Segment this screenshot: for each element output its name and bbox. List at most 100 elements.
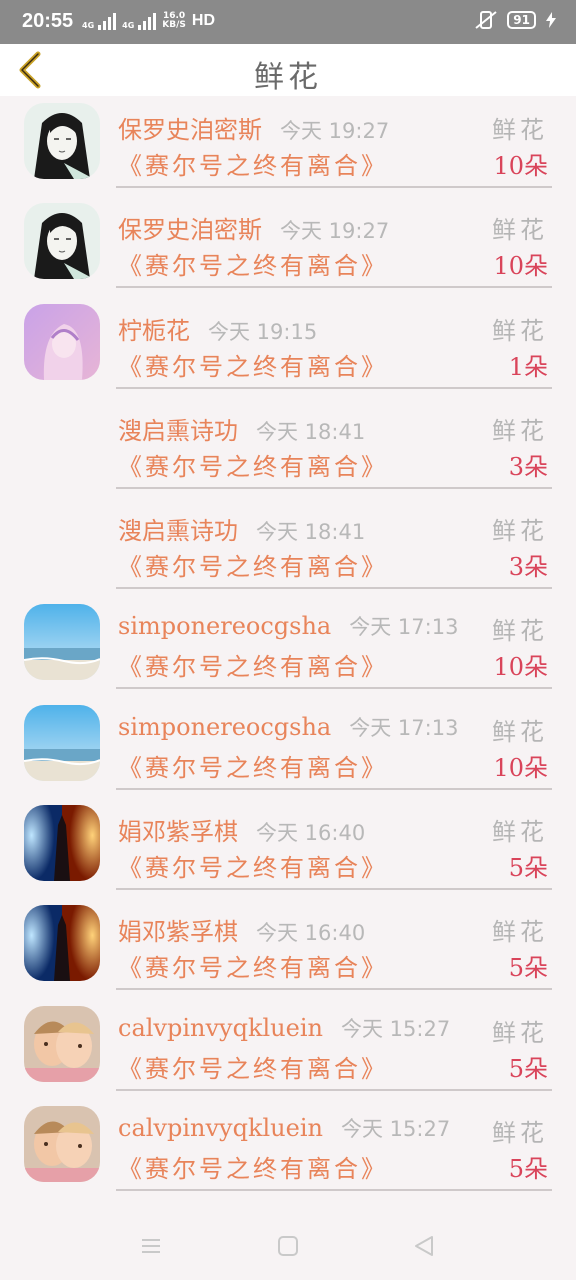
hd-label: HD — [191, 12, 215, 29]
avatar[interactable] — [24, 303, 100, 380]
avatar[interactable] — [24, 103, 100, 179]
book-title: 《赛尔号之终有离合》 — [118, 1154, 388, 1183]
sender-name-text: 溲启熏诗功 — [118, 517, 238, 546]
gift-time: 今天 18:41 — [256, 520, 366, 545]
sender-name-text: calvpinvyqkluein — [118, 1113, 323, 1142]
list-item[interactable]: calvpinvyqkluein 今天 15:27 鲜花 《赛尔号之终有离合》 5… — [0, 1099, 576, 1199]
avatar[interactable] — [24, 805, 100, 882]
gift-amount: 5朵 — [508, 1154, 548, 1183]
divider — [116, 587, 552, 590]
divider — [116, 286, 552, 289]
avatar[interactable] — [24, 604, 100, 681]
gift-time: 今天 19:27 — [280, 119, 390, 143]
sender-name-text: 柠栀花 — [118, 316, 190, 345]
book-title: 《赛尔号之终有离合》 — [118, 152, 388, 180]
sender-name-text: 娟邓紫孚棋 — [118, 918, 238, 947]
gift-time: 今天 19:15 — [208, 319, 318, 344]
list-item[interactable]: 溲启熏诗功 今天 18:41 鲜花 《赛尔号之终有离合》 3朵 — [0, 497, 576, 597]
gift-list: 保罗史洎密斯 今天 19:27 鲜花 《赛尔号之终有离合》 10朵 保罗史洎密斯今… — [0, 96, 576, 1199]
charging-icon — [546, 12, 556, 28]
status-time: 20:55 — [22, 10, 74, 32]
gift-type: 鲜花 — [492, 216, 548, 245]
gift-type: 鲜花 — [492, 818, 548, 847]
avatar[interactable] — [24, 203, 100, 280]
menu-icon[interactable] — [139, 1234, 163, 1258]
book-title: 《赛尔号之终有离合》 — [118, 753, 388, 782]
divider — [116, 1088, 552, 1091]
divider — [116, 888, 552, 891]
divider — [116, 386, 552, 389]
sender-name: simponereocgsha 今天 17:13 — [118, 611, 458, 641]
back-triangle-icon[interactable] — [412, 1234, 436, 1258]
gift-amount: 1朵 — [508, 352, 548, 381]
divider — [116, 1188, 552, 1191]
gift-amount: 5朵 — [508, 1054, 548, 1083]
list-item[interactable]: simponereocgsha 今天 17:13 鲜花 《赛尔号之终有离合》 10… — [0, 597, 576, 697]
home-icon[interactable] — [276, 1234, 300, 1258]
sender-name: 保罗史洎密斯 今天 19:27 — [118, 210, 389, 245]
sender-name: 娟邓紫孚棋 今天 16:40 — [118, 812, 365, 847]
vibrate-mute-icon — [475, 11, 497, 29]
avatar[interactable] — [24, 704, 100, 781]
gift-type: 鲜花 — [492, 316, 548, 345]
gift-amount: 10朵 — [493, 252, 548, 281]
gift-amount: 5朵 — [508, 854, 548, 883]
list-item[interactable]: 娟邓紫孚棋 今天 16:40 鲜花 《赛尔号之终有离合》 5朵 — [0, 798, 576, 898]
list-item[interactable]: 娟邓紫孚棋 今天 16:40 鲜花 《赛尔号之终有离合》 5朵 — [0, 898, 576, 998]
battery-icon: 91 — [507, 11, 536, 29]
sender-name: simponereocgsha 今天 17:13 — [118, 712, 458, 742]
gift-amount: 3朵 — [508, 553, 548, 582]
header: 鲜花 — [0, 44, 576, 96]
gift-time: 今天 16:40 — [256, 921, 366, 946]
gift-type: 鲜花 — [492, 517, 548, 546]
gift-time: 今天 17:13 — [349, 715, 459, 740]
divider — [116, 687, 552, 690]
gift-time: 今天 15:27 — [340, 1016, 451, 1041]
signal-icon-1: 4G — [82, 12, 117, 30]
gift-type: 鲜花 — [492, 416, 548, 445]
gift-time: 今天 16:40 — [256, 821, 366, 846]
gift-amount: 5朵 — [508, 954, 548, 983]
gift-type: 鲜花 — [492, 918, 548, 947]
gift-amount: 10朵 — [493, 152, 548, 180]
gift-type: 鲜花 — [492, 116, 548, 144]
net-speed: 16.0 KB/S — [162, 11, 186, 30]
divider — [116, 787, 552, 790]
gift-type: 鲜花 — [492, 1118, 548, 1147]
sender-name: 溲启熏诗功 今天 18:41 — [118, 411, 365, 446]
list-item[interactable]: calvpinvyqkluein 今天 15:27 鲜花 《赛尔号之终有离合》 5… — [0, 999, 576, 1099]
book-title: 《赛尔号之终有离合》 — [118, 653, 388, 682]
sender-name-text: simponereocgsha — [118, 712, 332, 741]
list-item[interactable]: 溲启熏诗功 今天 18:41 鲜花 《赛尔号之终有离合》 3朵 — [0, 397, 576, 497]
sender-name-text: simponereocgsha — [118, 612, 332, 641]
page-title: 鲜花 — [254, 60, 322, 95]
avatar[interactable] — [24, 1105, 100, 1182]
avatar[interactable] — [24, 1005, 100, 1082]
gift-amount: 10朵 — [493, 653, 548, 682]
list-item[interactable]: 保罗史洎密斯 今天 19:27 鲜花 《赛尔号之终有离合》 10朵 — [0, 196, 576, 296]
sender-name-text: 保罗史洎密斯 — [118, 116, 262, 144]
book-title: 《赛尔号之终有离合》 — [118, 452, 388, 481]
gift-time: 今天 19:27 — [280, 219, 390, 244]
signal-icon-2: 4G — [122, 12, 157, 30]
sender-name: calvpinvyqkluein 今天 15:27 — [118, 1013, 450, 1043]
list-item[interactable]: 柠栀花 今天 19:15 鲜花 《赛尔号之终有离合》 1朵 — [0, 297, 576, 397]
divider — [116, 186, 552, 188]
gift-type: 鲜花 — [492, 617, 548, 646]
avatar[interactable] — [24, 905, 100, 982]
gift-time: 今天 17:13 — [349, 615, 459, 640]
divider — [116, 988, 552, 991]
book-title: 《赛尔号之终有离合》 — [118, 352, 388, 381]
sender-name: 柠栀花 今天 19:15 — [118, 311, 317, 346]
book-title: 《赛尔号之终有离合》 — [118, 954, 388, 983]
sender-name-text: 娟邓紫孚棋 — [118, 818, 238, 847]
sender-name: 溲启熏诗功 今天 18:41 — [118, 511, 365, 546]
book-title: 《赛尔号之终有离合》 — [118, 1054, 388, 1083]
list-item[interactable]: 保罗史洎密斯 今天 19:27 鲜花 《赛尔号之终有离合》 10朵 — [0, 96, 576, 196]
gift-time: 今天 18:41 — [256, 419, 366, 444]
sender-name: 娟邓紫孚棋 今天 16:40 — [118, 912, 365, 947]
gift-amount: 3朵 — [508, 452, 548, 481]
book-title: 《赛尔号之终有离合》 — [118, 854, 388, 883]
list-item[interactable]: simponereocgsha 今天 17:13 鲜花 《赛尔号之终有离合》 10… — [0, 698, 576, 798]
system-nav-bar — [0, 1210, 576, 1280]
